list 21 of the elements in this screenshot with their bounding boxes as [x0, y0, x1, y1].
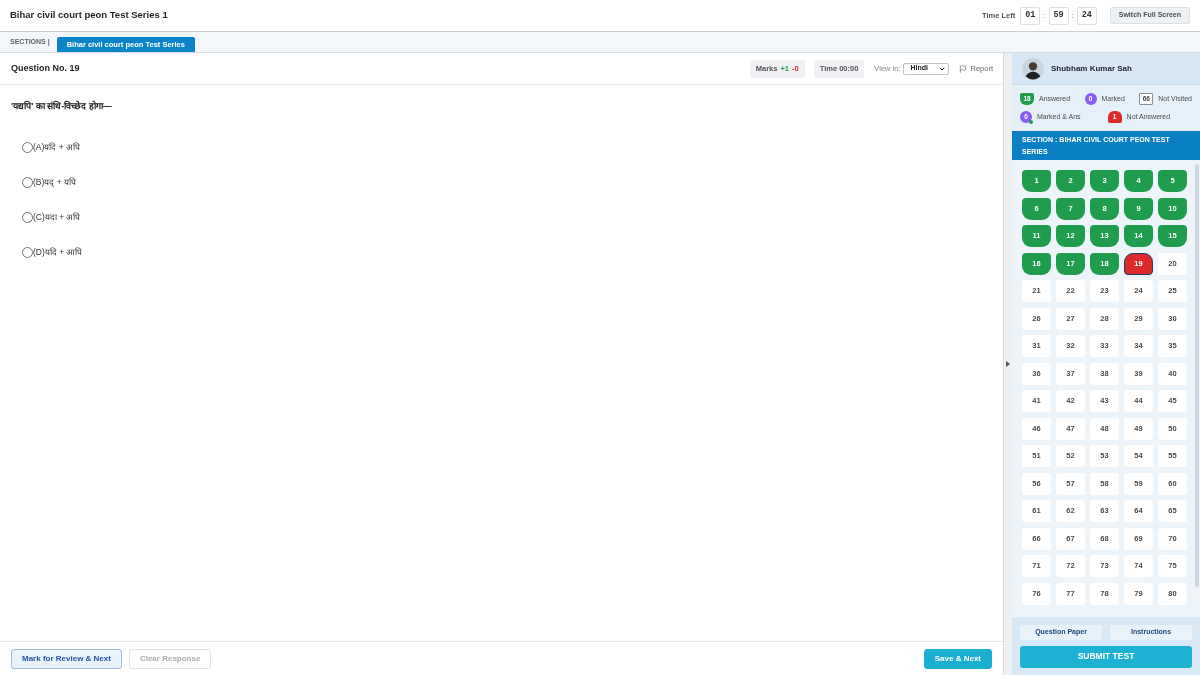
test-title: Bihar civil court peon Test Series 1	[10, 8, 168, 23]
flag-icon	[959, 64, 968, 73]
radio-button[interactable]	[22, 142, 33, 153]
radio-button[interactable]	[22, 212, 33, 223]
option-label[interactable]: (D)यदि + आपि	[33, 246, 83, 259]
radio-button[interactable]	[22, 247, 33, 258]
radio-button[interactable]	[22, 177, 33, 188]
timer-digits: 01	[1020, 6, 1041, 25]
timer-digits: 59	[1048, 6, 1069, 25]
question-number: Question No. 19	[11, 61, 80, 75]
option-label[interactable]: (A)यदि + अपि	[33, 141, 81, 154]
timer-digits: 24	[1076, 6, 1097, 25]
timer-separator: :	[1071, 9, 1074, 22]
collapse-arrow-icon	[1006, 361, 1010, 367]
user-name: Shubham Kumar Sah	[1051, 62, 1132, 75]
avatar-icon	[1022, 57, 1044, 80]
mark-review-button[interactable]: Mark for Review & Next	[11, 648, 122, 669]
question-text: 'यद्यपि' का संधि-विच्छेद होगा—	[11, 100, 113, 113]
option-label[interactable]: (C)यदा + अपि	[33, 211, 81, 224]
timer-separator: :	[1043, 9, 1046, 22]
option-label[interactable]: (B)यद् + यपि	[33, 176, 77, 189]
